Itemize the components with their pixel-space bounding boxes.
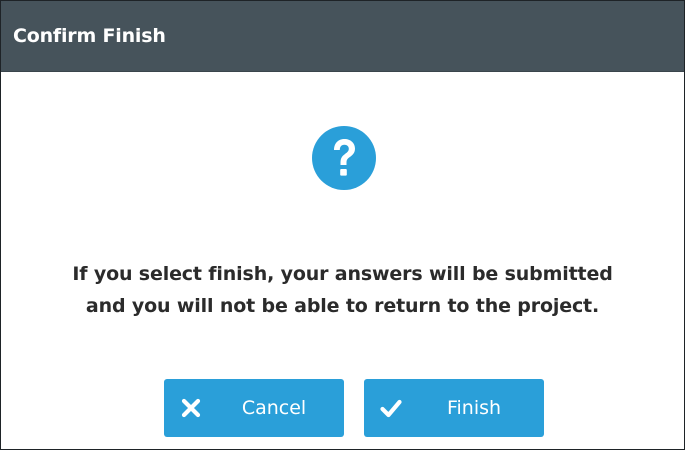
checkmark-icon [380,399,402,418]
message-line-2: and you will not be able to return to th… [85,295,600,317]
dialog-titlebar: Confirm Finish [1,1,684,72]
dialog-body: If you select finish, your answers will … [1,72,684,449]
x-icon [181,398,201,418]
finish-button-label: Finish [446,397,502,419]
confirmation-message: If you select finish, your answers will … [1,258,684,322]
confirm-finish-dialog: Confirm Finish If you select finish, you… [0,0,685,450]
finish-button[interactable]: Finish [364,379,544,437]
dialog-title: Confirm Finish [13,25,166,47]
message-line-1: If you select finish, your answers will … [72,263,613,285]
cancel-button-label: Cancel [241,397,307,419]
cancel-button[interactable]: Cancel [164,379,344,437]
question-mark-circle-icon [312,126,376,190]
